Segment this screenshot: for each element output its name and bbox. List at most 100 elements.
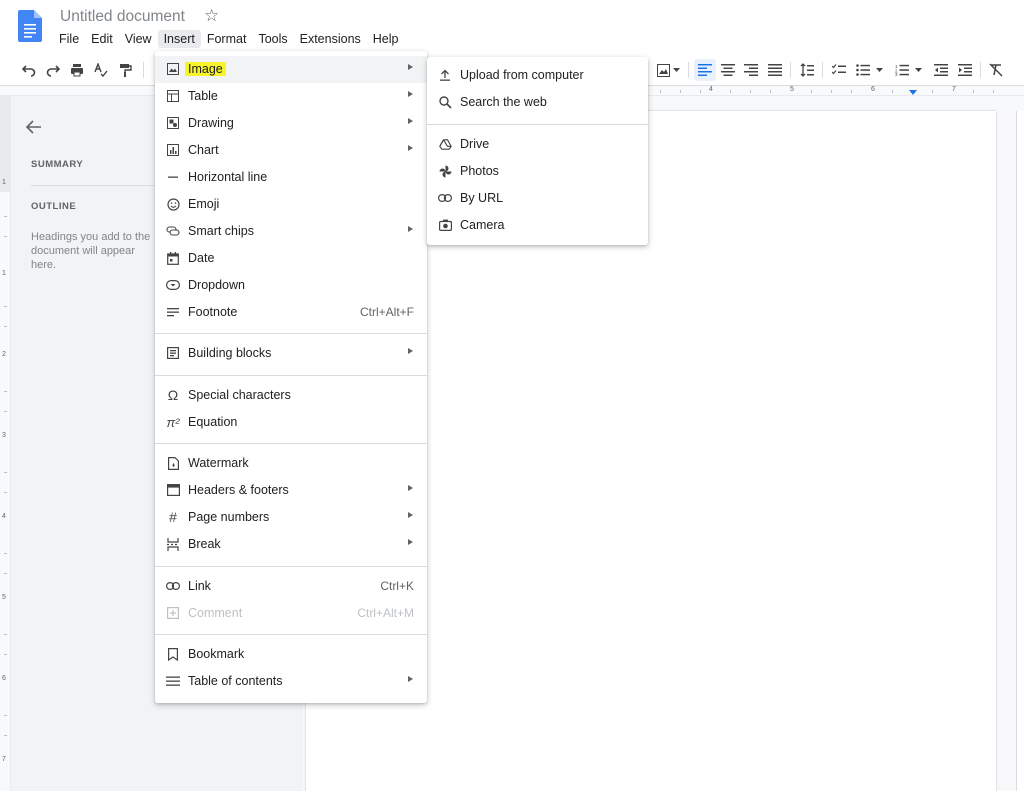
vruler-tick <box>4 216 7 217</box>
menu-item-table[interactable]: Table <box>155 83 427 110</box>
menu-item-label: Image <box>185 62 226 76</box>
submenu-arrow-icon <box>408 348 413 354</box>
menu-item-label: Table of contents <box>188 674 283 688</box>
vruler-number: 1 <box>2 270 6 277</box>
menu-item-chart[interactable]: Chart <box>155 137 427 164</box>
menu-item-image[interactable]: Image <box>155 56 427 83</box>
align-left-icon[interactable] <box>694 59 716 81</box>
decrease-indent-icon[interactable] <box>930 59 952 81</box>
submenu-item-by-url[interactable]: By URL <box>427 185 648 212</box>
menu-item-table-of-contents[interactable]: Table of contents <box>155 668 427 695</box>
outline-divider <box>31 185 156 186</box>
menu-item-label: Horizontal line <box>188 170 268 184</box>
ruler-tick <box>932 90 933 93</box>
menu-item-drawing[interactable]: Drawing <box>155 110 427 137</box>
horizontal-line-icon <box>165 169 181 185</box>
menu-item-dropdown[interactable]: Dropdown <box>155 272 427 299</box>
menu-help[interactable]: Help <box>367 30 405 48</box>
toolbar-divider <box>143 62 144 78</box>
vruler-number: 6 <box>2 675 6 682</box>
submenu-item-drive[interactable]: Drive <box>427 131 648 158</box>
menu-format[interactable]: Format <box>201 30 253 48</box>
increase-indent-icon[interactable] <box>954 59 976 81</box>
dropdown-icon <box>165 277 181 293</box>
submenu-item-label: Drive <box>460 137 490 151</box>
ruler-tick <box>750 90 751 93</box>
ruler-tick <box>680 90 681 93</box>
menu-view[interactable]: View <box>119 30 158 48</box>
align-center-icon[interactable] <box>717 59 739 81</box>
submenu-item-camera[interactable]: Camera <box>427 212 648 239</box>
docs-logo-icon[interactable] <box>18 10 42 42</box>
ruler-tick <box>831 90 832 93</box>
vruler-number: 2 <box>2 351 6 358</box>
menu-insert[interactable]: Insert <box>157 30 201 48</box>
side-panel-edge <box>1016 111 1024 791</box>
menu-bar: File Edit View Insert Format Tools Exten… <box>53 30 405 48</box>
bulleted-list-icon[interactable] <box>852 59 874 81</box>
drive-icon <box>437 136 453 152</box>
menu-item-emoji[interactable]: Emoji <box>155 191 427 218</box>
paint-format-icon[interactable] <box>114 59 136 81</box>
submenu-item-upload-from-computer[interactable]: Upload from computer <box>427 62 648 89</box>
submenu-arrow-icon <box>408 676 413 682</box>
menu-item-building-blocks[interactable]: Building blocks <box>155 340 427 367</box>
chevron-down-icon[interactable] <box>873 59 885 81</box>
menu-item-headers-footers[interactable]: Headers & footers <box>155 477 427 504</box>
image-icon <box>165 61 181 77</box>
omega-icon: Ω <box>167 387 179 403</box>
menu-item-equation[interactable]: π² Equation <box>155 409 427 436</box>
break-icon <box>165 536 181 552</box>
submenu-item-photos[interactable]: Photos <box>427 158 648 185</box>
keyboard-shortcut: Ctrl+K <box>380 579 414 593</box>
submenu-arrow-icon <box>408 118 413 124</box>
redo-icon[interactable] <box>42 59 64 81</box>
submenu-arrow-icon <box>408 512 413 518</box>
drawing-icon <box>165 115 181 131</box>
menu-item-date[interactable]: Date <box>155 245 427 272</box>
vruler-tick <box>4 573 7 574</box>
menu-item-footnote[interactable]: Footnote Ctrl+Alt+F <box>155 299 427 326</box>
menu-item-break[interactable]: Break <box>155 531 427 558</box>
chevron-down-icon[interactable] <box>912 59 924 81</box>
menu-extensions[interactable]: Extensions <box>294 30 367 48</box>
upload-icon <box>437 67 453 83</box>
undo-icon[interactable] <box>18 59 40 81</box>
menu-item-smart-chips[interactable]: Smart chips <box>155 218 427 245</box>
menu-item-bookmark[interactable]: Bookmark <box>155 641 427 668</box>
line-spacing-icon[interactable] <box>796 59 818 81</box>
menu-tools[interactable]: Tools <box>252 30 293 48</box>
menu-item-special-characters[interactable]: Ω Special characters <box>155 382 427 409</box>
spellcheck-icon[interactable] <box>90 59 112 81</box>
link-icon <box>165 578 181 594</box>
ruler-tick <box>700 90 701 93</box>
vruler-tick <box>4 634 7 635</box>
ruler-number: 4 <box>709 86 713 93</box>
vruler-tick <box>4 236 7 237</box>
vruler-tick <box>4 391 7 392</box>
checklist-icon[interactable] <box>828 59 850 81</box>
chevron-down-icon[interactable] <box>670 59 682 81</box>
menu-item-page-numbers[interactable]: # Page numbers <box>155 504 427 531</box>
back-arrow-icon[interactable] <box>26 120 42 134</box>
ruler-tick <box>973 90 974 93</box>
vertical-ruler: 1 1 2 3 4 5 6 7 <box>0 96 11 791</box>
print-icon[interactable] <box>66 59 88 81</box>
clear-formatting-icon[interactable] <box>985 59 1007 81</box>
menu-item-watermark[interactable]: Watermark <box>155 450 427 477</box>
vruler-tick <box>4 306 7 307</box>
menu-item-horizontal-line[interactable]: Horizontal line <box>155 164 427 191</box>
justify-icon[interactable] <box>764 59 786 81</box>
numbered-list-icon[interactable]: 123 <box>891 59 913 81</box>
right-indent-marker[interactable] <box>909 90 917 95</box>
menu-edit[interactable]: Edit <box>85 30 119 48</box>
vruler-tick <box>4 411 7 412</box>
star-icon[interactable]: ☆ <box>204 6 219 26</box>
menu-item-label: Table <box>188 89 218 103</box>
menu-file[interactable]: File <box>53 30 85 48</box>
vruler-tick <box>4 326 7 327</box>
align-right-icon[interactable] <box>740 59 762 81</box>
document-title[interactable]: Untitled document <box>60 8 185 26</box>
submenu-item-search-the-web[interactable]: Search the web <box>427 89 648 116</box>
menu-item-link[interactable]: Link Ctrl+K <box>155 573 427 600</box>
